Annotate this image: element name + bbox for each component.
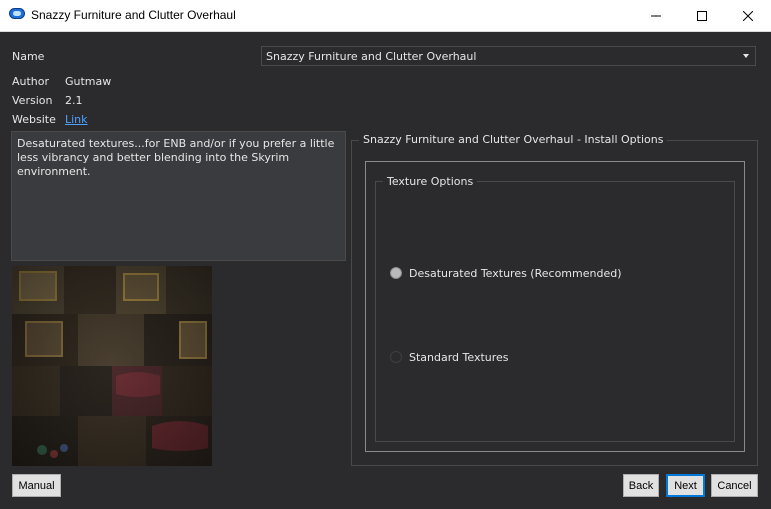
mod-organizer-icon [9,8,25,19]
option-desaturated-label[interactable]: Desaturated Textures (Recommended) [409,267,622,280]
name-label: Name [12,50,45,63]
window-title: Snazzy Furniture and Clutter Overhaul [31,8,236,22]
cancel-button[interactable]: Cancel [711,474,758,497]
maximize-icon [697,10,707,21]
website-label: Website [12,113,56,126]
version-value: 2.1 [65,94,83,107]
chevron-down-icon [743,54,749,58]
description-text: Desaturated textures...for ENB and/or if… [11,131,346,261]
version-label: Version [12,94,53,107]
maximize-button[interactable] [679,0,725,31]
radio-desaturated[interactable] [390,267,402,279]
author-value: Gutmaw [65,75,112,88]
texture-options-title: Texture Options [383,175,478,188]
author-label: Author [12,75,50,88]
website-link[interactable]: Link [65,113,88,126]
name-dropdown[interactable]: Snazzy Furniture and Clutter Overhaul [261,46,756,66]
back-button[interactable]: Back [623,474,659,497]
minimize-button[interactable] [633,0,679,31]
option-standard-label[interactable]: Standard Textures [409,351,509,364]
texture-options-group [375,181,735,442]
close-button[interactable] [725,0,771,31]
preview-image [12,266,212,466]
minimize-icon [651,15,661,16]
manual-button[interactable]: Manual [12,474,61,497]
install-options-title: Snazzy Furniture and Clutter Overhaul - … [359,133,668,146]
radio-standard[interactable] [390,351,402,363]
title-bar: Snazzy Furniture and Clutter Overhaul [0,0,771,32]
close-icon [743,10,753,21]
next-button[interactable]: Next [666,474,705,497]
name-dropdown-value: Snazzy Furniture and Clutter Overhaul [266,50,477,63]
